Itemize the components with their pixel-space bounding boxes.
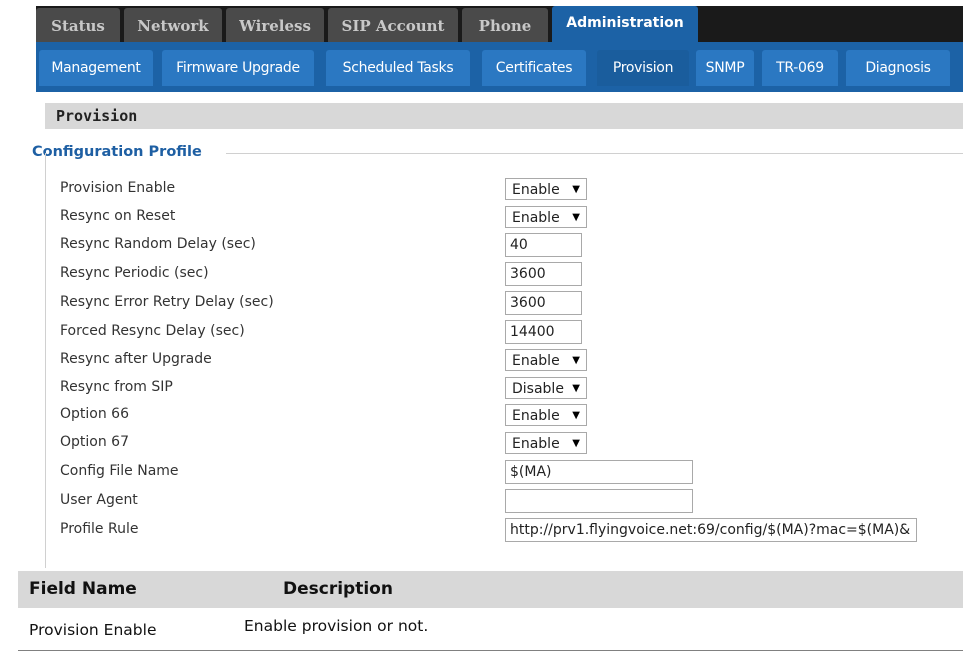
option-66-select[interactable]: Enable ▼: [505, 404, 587, 426]
resync-periodic-input[interactable]: 3600: [505, 262, 582, 286]
tab-administration[interactable]: Administration: [552, 6, 698, 42]
resync-from-sip-select[interactable]: Disable ▼: [505, 377, 587, 399]
subtab-firmware-upgrade[interactable]: Firmware Upgrade: [162, 50, 314, 86]
field-label: Provision Enable: [60, 180, 176, 196]
select-value: Enable: [512, 436, 560, 452]
subtab-tr069[interactable]: TR-069: [762, 50, 838, 86]
tab-wireless[interactable]: Wireless: [226, 8, 324, 42]
subtab-provision[interactable]: Provision: [597, 50, 689, 86]
tab-sip-account[interactable]: SIP Account: [328, 8, 458, 42]
field-label: Forced Resync Delay (sec): [60, 323, 245, 339]
doc-cell-field-name: Provision Enable: [29, 621, 157, 639]
top-nav: Status Network Wireless SIP Account Phon…: [0, 0, 963, 42]
fieldset-left-border: [45, 153, 46, 568]
dropdown-arrow-icon: ▼: [572, 410, 580, 421]
subtab-diagnosis[interactable]: Diagnosis: [846, 50, 950, 86]
select-value: Enable: [512, 353, 560, 369]
subtab-snmp[interactable]: SNMP: [696, 50, 754, 86]
section-header: Provision: [45, 103, 963, 129]
doc-row-divider: [18, 650, 963, 651]
forced-resync-delay-input[interactable]: 14400: [505, 320, 582, 344]
column-header-description: Description: [283, 579, 393, 599]
dropdown-arrow-icon: ▼: [572, 184, 580, 195]
field-label: Profile Rule: [60, 521, 139, 537]
sub-nav: Management Firmware Upgrade Scheduled Ta…: [36, 42, 963, 92]
field-label: Resync Random Delay (sec): [60, 236, 256, 252]
field-label: User Agent: [60, 492, 138, 508]
resync-on-reset-select[interactable]: Enable ▼: [505, 206, 587, 228]
profile-rule-input[interactable]: http://prv1.flyingvoice.net:69/config/$(…: [505, 518, 917, 542]
column-header-field-name: Field Name: [29, 579, 137, 599]
tab-phone[interactable]: Phone: [462, 8, 548, 42]
config-profile-legend: Configuration Profile: [32, 144, 202, 160]
field-label: Resync from SIP: [60, 379, 173, 395]
option-67-select[interactable]: Enable ▼: [505, 432, 587, 454]
field-label: Resync on Reset: [60, 208, 176, 224]
subtab-management[interactable]: Management: [39, 50, 153, 86]
config-file-name-input[interactable]: $(MA): [505, 460, 693, 484]
field-label: Option 67: [60, 434, 129, 450]
resync-after-upgrade-select[interactable]: Enable ▼: [505, 349, 587, 371]
field-label: Resync Periodic (sec): [60, 265, 209, 281]
provision-enable-select[interactable]: Enable ▼: [505, 178, 587, 200]
field-label: Option 66: [60, 406, 129, 422]
subtab-scheduled-tasks[interactable]: Scheduled Tasks: [326, 50, 470, 86]
tab-network[interactable]: Network: [124, 8, 222, 42]
select-value: Enable: [512, 182, 560, 198]
field-label: Resync after Upgrade: [60, 351, 212, 367]
dropdown-arrow-icon: ▼: [572, 212, 580, 223]
dropdown-arrow-icon: ▼: [572, 355, 580, 366]
field-label: Resync Error Retry Delay (sec): [60, 294, 274, 310]
doc-cell-description: Enable provision or not.: [244, 617, 429, 635]
user-agent-input[interactable]: [505, 489, 693, 513]
select-value: Disable: [512, 381, 564, 397]
dropdown-arrow-icon: ▼: [572, 438, 580, 449]
resync-random-delay-input[interactable]: 40: [505, 233, 582, 257]
resync-error-retry-input[interactable]: 3600: [505, 291, 582, 315]
fieldset-top-border: [226, 153, 963, 154]
dropdown-arrow-icon: ▼: [572, 383, 580, 394]
select-value: Enable: [512, 408, 560, 424]
field-label: Config File Name: [60, 463, 179, 479]
tab-status[interactable]: Status: [36, 8, 120, 42]
doc-table-header: Field Name Description: [18, 571, 963, 608]
select-value: Enable: [512, 210, 560, 226]
section-title: Provision: [56, 107, 138, 125]
subtab-certificates[interactable]: Certificates: [482, 50, 586, 86]
